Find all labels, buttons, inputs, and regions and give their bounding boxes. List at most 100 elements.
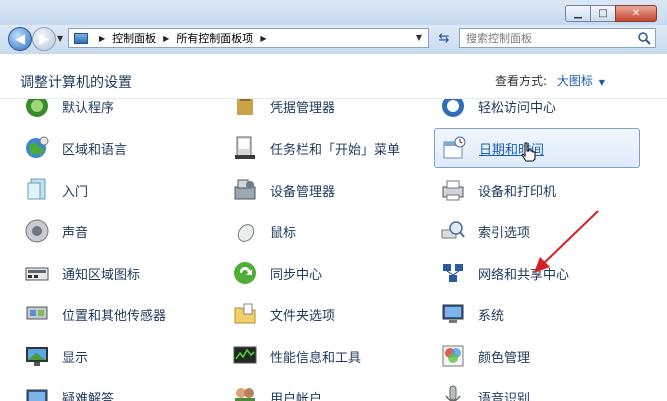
item-label: 任务栏和「开始」菜单: [270, 139, 400, 158]
hand-cursor-icon: [520, 142, 536, 162]
system-icon: [440, 301, 466, 327]
breadcrumb-separator-icon[interactable]: ▶: [163, 34, 169, 43]
devices-printers-icon: [440, 177, 466, 203]
page-title: 调整计算机的设置: [20, 72, 132, 92]
item-system[interactable]: 系统: [434, 297, 630, 331]
maximize-button[interactable]: □: [590, 5, 616, 22]
item-label: 用户帐户: [270, 388, 322, 401]
item-speech-recognition[interactable]: 语音识别: [434, 380, 630, 401]
item-performance-tools[interactable]: 性能信息和工具: [226, 339, 422, 373]
performance-tools-icon: [232, 343, 258, 369]
sound-icon: [24, 218, 50, 244]
recent-pages-chevron-icon[interactable]: ▼: [57, 34, 63, 43]
item-date-time[interactable]: 日期和时间: [434, 128, 640, 168]
refresh-button[interactable]: ⇆: [433, 28, 455, 48]
item-label: 区域和语言: [62, 139, 127, 158]
minimize-button[interactable]: ▁: [565, 5, 591, 22]
item-label: 声音: [62, 222, 88, 241]
credential-manager-icon: [232, 99, 258, 119]
item-label: 显示: [62, 347, 88, 366]
item-label: 设备管理器: [270, 181, 335, 200]
item-sync-center[interactable]: 同步中心: [226, 256, 422, 290]
indexing-options-icon: [440, 218, 466, 244]
breadcrumb-all-items[interactable]: 所有控制面板项: [176, 30, 253, 46]
title-bar: ▁ □ ✕: [0, 0, 667, 28]
item-troubleshooting[interactable]: 疑难解答: [18, 380, 214, 401]
item-label: 同步中心: [270, 264, 322, 283]
item-label: 位置和其他传感器: [62, 305, 166, 324]
notification-area-icon: [24, 260, 50, 286]
device-manager-icon: [232, 177, 258, 203]
display-icon: [24, 343, 50, 369]
item-label: 鼠标: [270, 222, 296, 241]
item-label: 默认程序: [62, 99, 114, 116]
breadcrumb-control-panel[interactable]: 控制面板: [112, 30, 156, 46]
item-notification-area[interactable]: 通知区域图标: [18, 256, 214, 290]
item-label: 入门: [62, 181, 88, 200]
refresh-icon: ⇆: [439, 31, 450, 46]
breadcrumb-separator-icon[interactable]: ▶: [99, 34, 105, 43]
item-ease-of-access[interactable]: 轻松访问中心: [434, 99, 630, 123]
item-label: 凭据管理器: [270, 99, 335, 116]
content-pane: 调整计算机的设置 查看方式: 大图标 ▼ 默认程序 凭据管理器 轻松访问中心: [0, 53, 667, 401]
sync-center-icon: [232, 260, 258, 286]
folder-options-icon: [232, 301, 258, 327]
item-region-language[interactable]: 区域和语言: [18, 131, 214, 165]
date-time-icon: [441, 135, 467, 161]
caption-buttons: ▁ □ ✕: [566, 5, 657, 22]
chevron-down-icon[interactable]: ▼: [599, 78, 605, 87]
item-label: 疑难解答: [62, 388, 114, 401]
item-mouse[interactable]: 鼠标: [226, 214, 422, 248]
region-language-icon: [24, 135, 50, 161]
item-label: 文件夹选项: [270, 305, 335, 324]
view-by-label: 查看方式:: [495, 74, 547, 88]
item-label: 轻松访问中心: [478, 99, 556, 116]
search-icon[interactable]: [637, 31, 651, 45]
close-button[interactable]: ✕: [615, 5, 657, 22]
breadcrumb-separator-icon[interactable]: ▶: [260, 34, 266, 43]
view-by-dropdown[interactable]: 大图标: [557, 74, 593, 88]
ease-of-access-icon: [440, 99, 466, 119]
item-sound[interactable]: 声音: [18, 214, 214, 248]
item-color-management[interactable]: 颜色管理: [434, 339, 630, 373]
forward-arrow-icon: ▶: [39, 32, 49, 47]
troubleshooting-icon: [24, 384, 50, 401]
item-location-sensors[interactable]: 位置和其他传感器: [18, 297, 214, 331]
control-panel-icon: [74, 33, 88, 44]
item-display[interactable]: 显示: [18, 339, 214, 373]
speech-recognition-icon: [440, 384, 466, 401]
location-sensors-icon: [24, 301, 50, 327]
item-default-programs[interactable]: 默认程序: [18, 99, 214, 123]
getting-started-icon: [24, 177, 50, 203]
network-sharing-icon: [440, 260, 466, 286]
item-label: 颜色管理: [478, 347, 530, 366]
item-label: 系统: [478, 305, 504, 324]
color-management-icon: [440, 343, 466, 369]
item-folder-options[interactable]: 文件夹选项: [226, 297, 422, 331]
item-user-accounts[interactable]: 用户帐户: [226, 380, 422, 401]
default-programs-icon: [24, 99, 50, 119]
address-bar[interactable]: ▶ 控制面板 ▶ 所有控制面板项 ▶ ▼: [68, 28, 429, 48]
back-arrow-icon: ◀: [15, 32, 25, 47]
navigation-bar: ◀ ▶ ▼ ▶ 控制面板 ▶ 所有控制面板项 ▶ ▼ ⇆ 搜索控制面板: [0, 25, 667, 53]
forward-button[interactable]: ▶: [32, 27, 56, 51]
control-panel-items: 默认程序 凭据管理器 轻松访问中心 区域和语言: [0, 99, 667, 401]
taskbar-start-menu-icon: [232, 135, 258, 161]
item-credential-manager[interactable]: 凭据管理器: [226, 99, 422, 123]
item-device-manager[interactable]: 设备管理器: [226, 173, 422, 207]
search-input[interactable]: 搜索控制面板: [459, 28, 656, 48]
item-taskbar-start-menu[interactable]: 任务栏和「开始」菜单: [226, 131, 422, 165]
view-by: 查看方式: 大图标 ▼: [495, 72, 605, 89]
user-accounts-icon: [232, 384, 258, 401]
address-dropdown-icon[interactable]: ▼: [416, 33, 422, 42]
item-label: 语音识别: [478, 388, 530, 401]
back-button[interactable]: ◀: [8, 27, 32, 51]
search-placeholder: 搜索控制面板: [466, 30, 532, 46]
item-getting-started[interactable]: 入门: [18, 173, 214, 207]
mouse-icon: [232, 218, 258, 244]
item-label: 设备和打印机: [478, 181, 556, 200]
item-devices-printers[interactable]: 设备和打印机: [434, 173, 630, 207]
item-label: 性能信息和工具: [270, 347, 361, 366]
item-label: 通知区域图标: [62, 264, 140, 283]
annotation-arrow-icon: [520, 207, 610, 287]
